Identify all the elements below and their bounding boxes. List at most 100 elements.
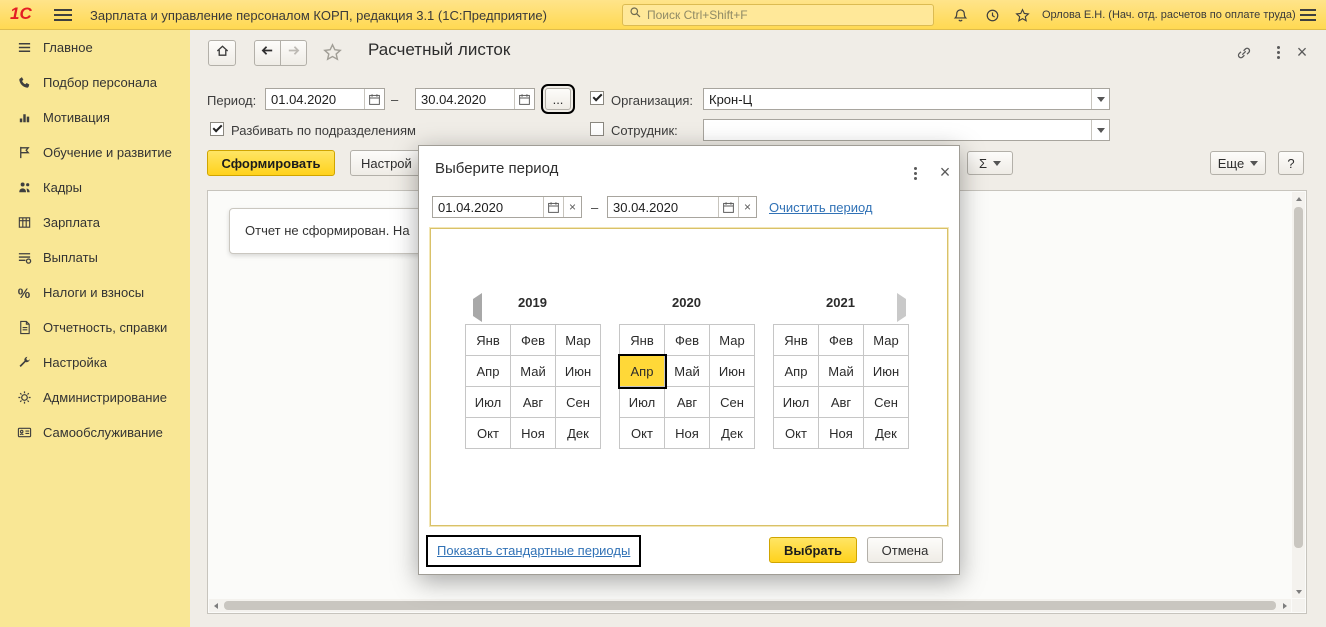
month-cell[interactable]: Дек [710,418,755,449]
service-menu-icon[interactable] [1300,9,1316,24]
scroll-left-icon[interactable] [209,599,222,612]
month-cell[interactable]: Июн [864,356,909,387]
next-years-arrow-icon[interactable] [897,299,906,317]
month-cell[interactable]: Сен [710,387,755,418]
search-input[interactable]: Поиск Ctrl+Shift+F [622,4,934,26]
month-cell[interactable]: Янв [620,325,665,356]
sidebar-item-administration[interactable]: Администрирование [0,380,190,415]
dropdown-arrow-icon[interactable] [1091,120,1109,140]
month-cell[interactable]: Май [819,356,864,387]
split-by-departments-checkbox[interactable] [210,122,224,136]
clear-date-icon[interactable]: × [563,197,581,217]
calendar-icon[interactable] [543,197,563,217]
sidebar-item-taxes[interactable]: % Налоги и взносы [0,275,190,310]
cancel-button[interactable]: Отмена [867,537,943,563]
scroll-right-icon[interactable] [1278,599,1291,612]
month-cell[interactable]: Ноя [665,418,710,449]
scroll-down-icon[interactable] [1292,585,1305,598]
month-cell[interactable]: Апр [774,356,819,387]
month-cell[interactable]: Авг [511,387,556,418]
month-cell[interactable]: Авг [819,387,864,418]
period-to-input[interactable]: 30.04.2020 [415,88,535,110]
month-cell[interactable]: Мар [710,325,755,356]
month-cell[interactable]: Окт [774,418,819,449]
forward-button[interactable] [280,40,307,66]
employee-checkbox[interactable] [590,122,604,136]
employee-combo[interactable] [703,119,1110,141]
month-cell[interactable]: Ноя [819,418,864,449]
month-cell[interactable]: Июн [556,356,601,387]
month-cell-selected[interactable]: Апр [620,356,665,387]
current-user[interactable]: Орлова Е.Н. (Нач. отд. расчетов по оплат… [1042,9,1296,21]
month-cell[interactable]: Май [665,356,710,387]
sidebar-item-main[interactable]: Главное [0,30,190,65]
calendar-icon[interactable] [364,89,384,109]
sidebar-item-payments[interactable]: Выплаты [0,240,190,275]
back-button[interactable] [254,40,281,66]
select-button[interactable]: Выбрать [769,537,857,563]
month-cell[interactable]: Май [511,356,556,387]
dialog-kebab-icon[interactable] [905,164,925,182]
help-button[interactable]: ? [1278,151,1304,175]
month-cell[interactable]: Авг [665,387,710,418]
more-button[interactable]: Еще [1210,151,1266,175]
show-standard-periods-link[interactable]: Показать стандартные периоды [437,543,630,558]
dialog-close-icon[interactable]: × [935,163,955,181]
scroll-up-icon[interactable] [1292,192,1305,205]
month-cell[interactable]: Дек [864,418,909,449]
vertical-scrollbar[interactable] [1292,192,1305,598]
favorite-star-icon[interactable] [322,43,342,61]
link-icon[interactable] [1234,44,1254,62]
organization-combo[interactable]: Крон-Ц [703,88,1110,110]
history-icon[interactable] [982,6,1002,24]
sidebar-item-training[interactable]: Обучение и развитие [0,135,190,170]
month-cell[interactable]: Июл [466,387,511,418]
month-cell[interactable]: Июл [774,387,819,418]
month-cell[interactable]: Июл [620,387,665,418]
month-cell[interactable]: Фев [665,325,710,356]
horizontal-scrollbar-thumb[interactable] [224,601,1276,610]
month-cell[interactable]: Ноя [511,418,556,449]
month-cell[interactable]: Окт [466,418,511,449]
month-cell[interactable]: Июн [710,356,755,387]
month-cell[interactable]: Дек [556,418,601,449]
clear-period-link[interactable]: Очистить период [769,200,873,215]
month-cell[interactable]: Апр [466,356,511,387]
month-cell[interactable]: Фев [511,325,556,356]
more-menu-kebab-icon[interactable] [1268,43,1288,61]
month-cell[interactable]: Янв [466,325,511,356]
sidebar-item-recruiting[interactable]: Подбор персонала [0,65,190,100]
sum-button[interactable]: Σ [967,151,1013,175]
month-cell[interactable]: Мар [864,325,909,356]
main-menu-icon[interactable] [54,9,72,24]
month-cell[interactable]: Янв [774,325,819,356]
month-cell[interactable]: Окт [620,418,665,449]
home-button[interactable] [208,40,236,66]
calendar-icon[interactable] [718,197,738,217]
settings-button[interactable]: Настрой [350,150,422,176]
organization-checkbox[interactable] [590,91,604,105]
period-picker-button[interactable]: ... [545,88,571,110]
month-cell[interactable]: Сен [864,387,909,418]
sidebar-item-reports[interactable]: Отчетность, справки [0,310,190,345]
dialog-period-to-input[interactable]: 30.04.2020 × [607,196,757,218]
sidebar-item-settings[interactable]: Настройка [0,345,190,380]
sidebar-item-self-service[interactable]: Самообслуживание [0,415,190,450]
clear-date-icon[interactable]: × [738,197,756,217]
dialog-period-from-input[interactable]: 01.04.2020 × [432,196,582,218]
sidebar-item-hr[interactable]: Кадры [0,170,190,205]
horizontal-scrollbar[interactable] [209,599,1291,612]
month-cell[interactable]: Сен [556,387,601,418]
month-cell[interactable]: Фев [819,325,864,356]
close-icon[interactable]: × [1292,43,1312,61]
sidebar-item-salary[interactable]: Зарплата [0,205,190,240]
favorites-star-icon[interactable] [1012,6,1032,24]
month-cell[interactable]: Мар [556,325,601,356]
period-from-input[interactable]: 01.04.2020 [265,88,385,110]
calendar-icon[interactable] [514,89,534,109]
notifications-bell-icon[interactable] [950,6,970,24]
generate-button[interactable]: Сформировать [207,150,335,176]
dropdown-arrow-icon[interactable] [1091,89,1109,109]
vertical-scrollbar-thumb[interactable] [1294,207,1303,548]
sidebar-item-motivation[interactable]: Мотивация [0,100,190,135]
